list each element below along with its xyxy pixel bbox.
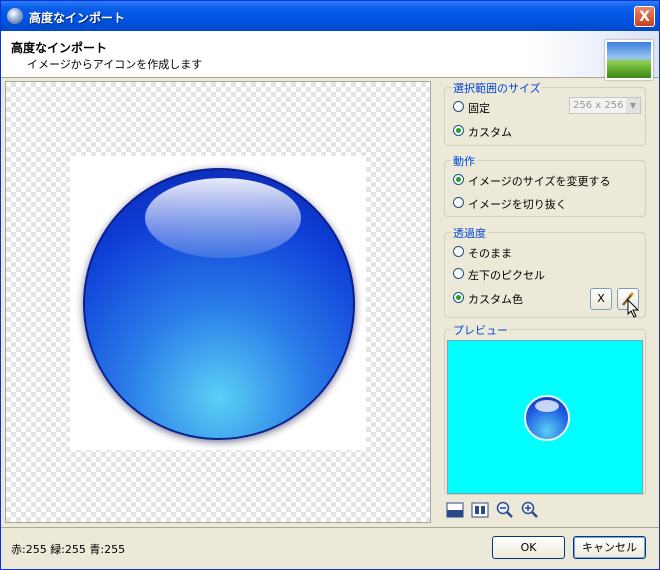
window-title: 高度なインポート <box>29 11 126 25</box>
import-dialog: 高度なインポート X 高度なインポート イメージからアイコンを作成します 選択範… <box>0 0 660 570</box>
radio-as-is-label: そのまま <box>468 247 512 260</box>
radio-as-is-indicator[interactable] <box>453 246 464 257</box>
radio-resize-indicator[interactable] <box>453 174 464 185</box>
mouse-cursor-icon <box>627 299 640 318</box>
radio-custom-color-indicator[interactable] <box>453 292 464 303</box>
preview-legend: プレビュー <box>451 322 510 338</box>
action-legend: 動作 <box>451 153 477 169</box>
radio-crop-indicator[interactable] <box>453 197 464 208</box>
header-title: 高度なインポート <box>11 41 108 55</box>
close-button[interactable]: X <box>634 6 655 27</box>
selection-size-legend: 選択範囲のサイズ <box>451 80 543 96</box>
dialog-header: 高度なインポート イメージからアイコンを作成します <box>1 31 659 80</box>
title-bar[interactable]: 高度なインポート X <box>1 1 659 31</box>
transparency-group: 透過度 そのまま 左下のピクセル カスタム色 X <box>444 225 646 318</box>
cancel-button[interactable]: キャンセル <box>573 536 646 559</box>
radio-custom-label: カスタム <box>468 126 512 139</box>
blue-orb-image <box>83 168 355 440</box>
action-group: 動作 イメージのサイズを変更する イメージを切り抜く <box>444 153 646 217</box>
clear-color-button[interactable]: X <box>590 288 612 310</box>
radio-bottom-left-pixel-indicator[interactable] <box>453 268 464 279</box>
chevron-down-icon[interactable]: ▼ <box>626 98 640 113</box>
footer-divider <box>1 527 659 528</box>
radio-crop-label: イメージを切り抜く <box>468 198 567 211</box>
orb-highlight <box>145 178 301 258</box>
radio-bottom-left-pixel-label: 左下のピクセル <box>468 269 545 282</box>
radio-resize-label: イメージのサイズを変更する <box>468 175 611 188</box>
zoom-in-icon[interactable] <box>520 500 540 520</box>
preview-orb-image <box>524 395 570 441</box>
checkerboard-icon[interactable] <box>445 500 465 520</box>
header-subtitle: イメージからアイコンを作成します <box>27 58 203 71</box>
fit-icon[interactable] <box>470 500 490 520</box>
size-select[interactable]: 256 x 256 ▼ <box>569 97 641 114</box>
radio-custom-indicator[interactable] <box>453 125 464 136</box>
zoom-out-icon[interactable] <box>495 500 515 520</box>
radio-custom-color-label: カスタム色 <box>468 293 523 306</box>
preview-canvas <box>447 340 643 494</box>
close-icon: X <box>639 9 650 25</box>
image-canvas[interactable] <box>5 81 431 523</box>
radio-fixed-indicator[interactable] <box>453 101 464 112</box>
color-status-text: 赤:255 緑:255 青:255 <box>11 543 126 556</box>
preview-group: プレビュー <box>444 322 646 495</box>
app-icon <box>7 8 23 24</box>
size-select-value: 256 x 256 <box>573 100 624 111</box>
ok-button[interactable]: OK <box>492 536 565 559</box>
selection-size-group: 選択範囲のサイズ 固定 256 x 256 ▼ カスタム <box>444 80 646 146</box>
transparency-legend: 透過度 <box>451 225 488 241</box>
radio-fixed-label: 固定 <box>468 102 490 115</box>
landscape-image-icon <box>605 40 653 80</box>
